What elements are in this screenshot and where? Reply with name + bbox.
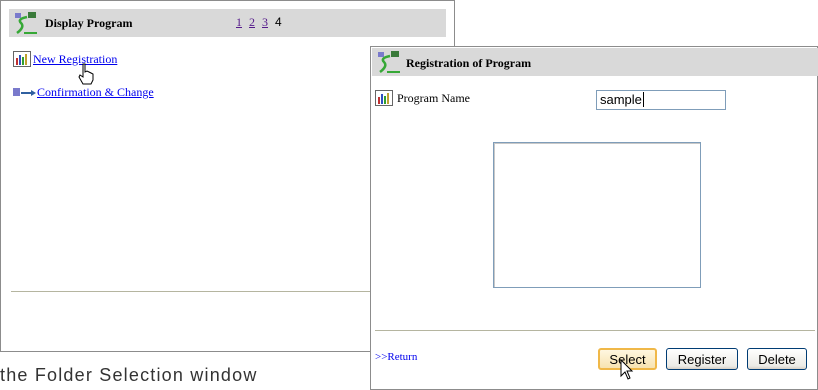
current-page: 4 xyxy=(275,15,282,29)
folder-listbox[interactable] xyxy=(493,142,701,288)
panel-title: Display Program xyxy=(45,16,133,30)
page-link-1[interactable]: 1 xyxy=(236,15,242,29)
delete-button[interactable]: Delete xyxy=(747,348,807,370)
return-link[interactable]: >>Return xyxy=(375,351,417,363)
registration-title-bar: Registration of Program xyxy=(372,48,818,76)
program-logo-icon xyxy=(378,51,400,73)
program-name-label: Program Name xyxy=(397,90,470,105)
chart-icon xyxy=(375,90,393,106)
program-name-input[interactable]: sample xyxy=(596,90,726,110)
divider xyxy=(11,291,371,292)
program-logo-icon xyxy=(15,12,37,34)
arrow-cursor-icon xyxy=(620,359,634,380)
program-name-value: sample xyxy=(600,92,642,107)
register-button[interactable]: Register xyxy=(666,348,738,370)
confirmation-change-link[interactable]: Confirmation & Change xyxy=(37,85,154,100)
divider xyxy=(375,330,815,331)
panel-title: Registration of Program xyxy=(406,56,532,70)
new-registration-row[interactable]: New Registration xyxy=(13,51,117,67)
program-name-row: Program Name xyxy=(375,90,470,106)
page-link-3[interactable]: 3 xyxy=(262,15,268,29)
chart-icon xyxy=(13,51,31,67)
display-program-title-bar: Display Program 1 2 3 4 xyxy=(9,9,446,37)
caption-text: the Folder Selection window xyxy=(0,365,258,385)
pagination: 1 2 3 4 xyxy=(236,15,282,30)
hand-cursor-icon xyxy=(78,63,94,85)
new-registration-link[interactable]: New Registration xyxy=(33,52,117,67)
page-link-2[interactable]: 2 xyxy=(249,15,255,29)
arrow-icon xyxy=(13,87,36,96)
confirmation-change-row[interactable]: Confirmation & Change xyxy=(13,85,154,100)
registration-panel: Registration of Program Program Name sam… xyxy=(370,46,818,390)
